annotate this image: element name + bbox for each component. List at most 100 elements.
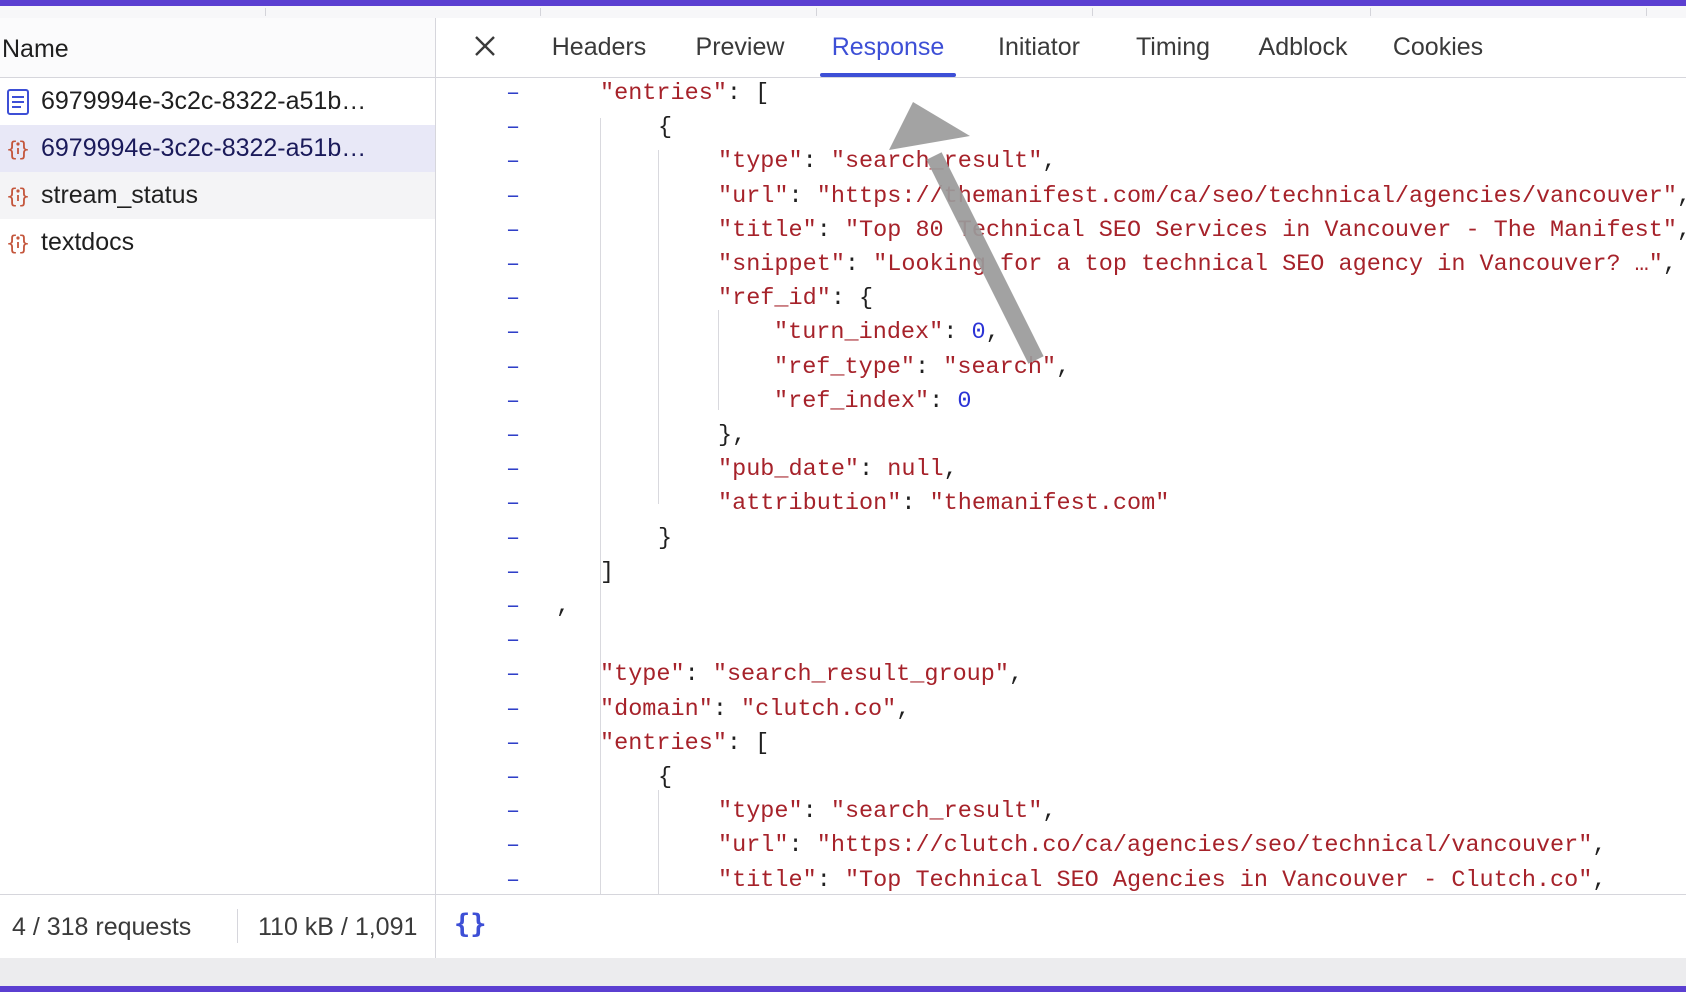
request-row-selected[interactable]: {} 6979994e-3c2c-8322-a51b… — [0, 125, 435, 172]
line-marker: – — [506, 832, 521, 860]
code-line: –, — [436, 593, 1686, 627]
code-line: – "domain": "clutch.co", — [436, 696, 1686, 730]
request-list-panel: Name 6979994e-3c2c-8322-a51b… {} 6979994… — [0, 18, 436, 894]
line-marker: – — [506, 353, 521, 381]
code-text: { — [658, 764, 673, 791]
transferred-size: 110 kB / 1,091 — [258, 913, 418, 941]
code-text: "ref_type": "search", — [774, 353, 1071, 381]
code-text: }, — [718, 422, 747, 449]
tab-timing[interactable]: Timing — [1125, 18, 1221, 77]
code-line: – "ref_index": 0 — [436, 388, 1686, 422]
pretty-print-button[interactable]: {} — [454, 909, 494, 943]
line-marker: – — [506, 114, 521, 142]
line-marker: – — [506, 456, 521, 484]
json-braces-icon: {} — [0, 131, 36, 167]
code-line: –{ — [436, 764, 1686, 798]
status-bar: 4 / 318 requests 110 kB / 1,091 {} — [0, 894, 1686, 959]
code-text: { — [658, 114, 673, 142]
code-text: "attribution": "themanifest.com" — [718, 490, 1170, 518]
tab-initiator[interactable]: Initiator — [981, 18, 1097, 77]
code-line: – "ref_id": { — [436, 285, 1686, 319]
code-text: "title": "Top Technical SEO Agencies in … — [718, 866, 1607, 894]
line-marker: – — [506, 285, 521, 313]
line-marker: – — [506, 182, 521, 210]
line-marker: – — [506, 251, 521, 278]
code-line: – "type": "search_result", — [436, 798, 1686, 832]
request-count: 4 / 318 requests — [12, 913, 192, 941]
code-text: "entries": [ — [600, 729, 770, 757]
code-text: "turn_index": 0, — [774, 319, 1000, 347]
code-text: ] — [600, 558, 615, 586]
request-summary: 4 / 318 requests 110 kB / 1,091 — [0, 895, 436, 959]
request-name: textdocs — [41, 228, 135, 256]
code-text: "snippet": "Looking for a top technical … — [718, 251, 1677, 278]
code-text: "domain": "clutch.co", — [600, 695, 911, 723]
name-column-label: Name — [2, 35, 69, 63]
code-line: – "url": "https://themanifest.com/ca/seo/… — [436, 183, 1686, 217]
code-text: "url": "https://clutch.co/ca/agencies/se… — [718, 832, 1607, 860]
code-text: } — [658, 524, 673, 552]
code-text: "entries": [ — [600, 80, 770, 107]
document-icon — [0, 84, 36, 120]
code-line: –{ — [436, 114, 1686, 148]
request-row[interactable]: {} textdocs — [0, 219, 435, 266]
code-text: "url": "https://themanifest.com/ca/seo/t… — [718, 182, 1686, 210]
code-line: – "ref_type": "search", — [436, 354, 1686, 388]
code-line: –} — [436, 525, 1686, 559]
detail-tabbar: Headers Preview Response Initiator Timin… — [436, 18, 1686, 78]
tab-adblock[interactable]: Adblock — [1249, 18, 1357, 77]
tab-cookies[interactable]: Cookies — [1383, 18, 1493, 77]
line-marker: – — [506, 422, 521, 449]
code-line: – "type": "search_result", — [436, 148, 1686, 182]
code-text: "ref_id": { — [718, 285, 874, 313]
line-marker: – — [506, 387, 521, 415]
line-marker: – — [506, 148, 521, 176]
line-marker: – — [506, 627, 521, 655]
line-marker: – — [506, 319, 521, 347]
line-marker: – — [506, 764, 521, 791]
code-text: "type": "search_result", — [718, 798, 1057, 826]
tab-headers[interactable]: Headers — [540, 18, 658, 77]
code-line: – "title": "Top Technical SEO Agencies in… — [436, 867, 1686, 894]
line-marker: – — [506, 558, 521, 586]
json-braces-icon: {} — [0, 225, 36, 261]
code-text: "ref_index": 0 — [774, 387, 972, 415]
tab-preview[interactable]: Preview — [687, 18, 793, 77]
code-line: –] — [436, 559, 1686, 593]
request-name: 6979994e-3c2c-8322-a51b… — [41, 134, 367, 162]
line-marker: – — [506, 216, 521, 244]
tab-response[interactable]: Response — [820, 18, 956, 77]
code-text: "pub_date": null, — [718, 456, 958, 484]
code-line: – "pub_date": null, — [436, 456, 1686, 490]
code-line: – "type": "search_result_group", — [436, 661, 1686, 695]
drawer-strip — [0, 958, 1686, 986]
line-marker: – — [506, 661, 521, 689]
line-marker: – — [506, 729, 521, 757]
request-list: 6979994e-3c2c-8322-a51b… {} 6979994e-3c2… — [0, 78, 435, 266]
code-line: – — [436, 627, 1686, 661]
code-line: – "entries": [ — [436, 730, 1686, 764]
code-line: – "snippet": "Looking for a top technical… — [436, 251, 1686, 285]
line-marker: – — [506, 798, 521, 826]
window-bottom-accent — [0, 986, 1686, 992]
code-line: – "turn_index": 0, — [436, 319, 1686, 353]
line-marker: – — [506, 524, 521, 552]
line-marker: – — [506, 695, 521, 723]
json-braces-icon: {} — [0, 178, 36, 214]
line-marker: – — [506, 80, 521, 107]
close-icon[interactable] — [468, 29, 502, 63]
code-text: "type": "search_result", — [718, 148, 1057, 176]
code-text: "title": "Top 80 Technical SEO Services … — [718, 216, 1686, 244]
code-text: , — [556, 593, 571, 620]
request-row[interactable]: {} stream_status — [0, 172, 435, 219]
request-detail-panel: Headers Preview Response Initiator Timin… — [436, 18, 1686, 894]
line-marker: – — [506, 866, 521, 894]
code-line: – "title": "Top 80 Technical SEO Services… — [436, 217, 1686, 251]
request-name: 6979994e-3c2c-8322-a51b… — [41, 87, 367, 115]
line-marker: – — [506, 593, 521, 620]
request-row[interactable]: 6979994e-3c2c-8322-a51b… — [0, 78, 435, 125]
code-line: – "attribution": "themanifest.com" — [436, 490, 1686, 524]
response-body-viewer[interactable]: – "entries": [–{– "type": "search_result",… — [436, 78, 1686, 894]
request-name: stream_status — [41, 181, 199, 209]
name-column-header[interactable]: Name — [0, 18, 435, 78]
